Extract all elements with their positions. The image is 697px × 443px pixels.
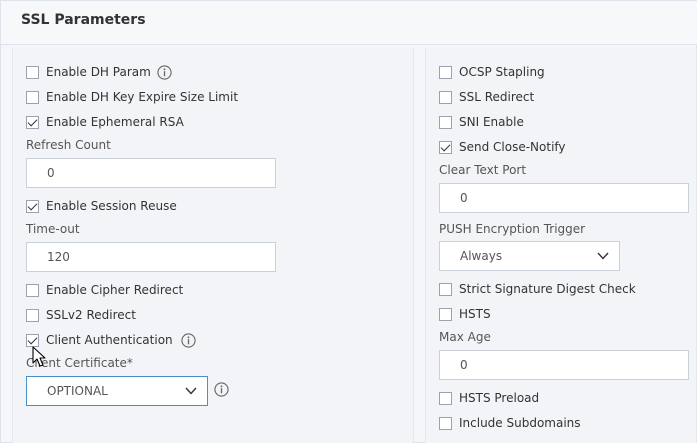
client-authentication-label: Client Authentication (46, 333, 173, 347)
hsts-checkbox[interactable] (439, 307, 452, 321)
push-encryption-trigger-label: PUSH Encryption Trigger (439, 222, 586, 236)
hsts-row[interactable]: HSTS (439, 304, 491, 324)
panel-title: SSL Parameters (21, 12, 146, 28)
client-certificate-select[interactable]: OPTIONAL (26, 376, 208, 406)
enable-dh-key-expire-checkbox[interactable] (26, 90, 39, 104)
sslv2-redirect-label: SSLv2 Redirect (46, 308, 136, 322)
refresh-count-label: Refresh Count (26, 138, 111, 152)
clear-text-port-label: Clear Text Port (439, 163, 527, 177)
sni-enable-label: SNI Enable (459, 115, 524, 129)
refresh-count-input[interactable]: 0 (26, 158, 276, 188)
max-age-label: Max Age (439, 330, 491, 344)
ssl-redirect-checkbox[interactable] (439, 90, 452, 104)
include-subdomains-checkbox[interactable] (439, 416, 452, 430)
info-icon[interactable] (157, 64, 172, 80)
sni-enable-row[interactable]: SNI Enable (439, 112, 524, 132)
mouse-pointer-icon (32, 346, 46, 367)
panel-header: SSL Parameters (1, 1, 697, 45)
send-close-notify-checkbox[interactable] (439, 140, 452, 154)
include-subdomains-label: Include Subdomains (459, 416, 581, 430)
include-subdomains-row[interactable]: Include Subdomains (439, 413, 581, 433)
ocsp-stapling-label: OCSP Stapling (459, 65, 545, 79)
client-certificate-value: OPTIONAL (47, 384, 108, 398)
hsts-preload-label: HSTS Preload (459, 391, 540, 405)
ocsp-stapling-row[interactable]: OCSP Stapling (439, 62, 545, 82)
strict-signature-digest-check-checkbox[interactable] (439, 282, 452, 296)
enable-session-reuse-label: Enable Session Reuse (46, 199, 177, 213)
clear-text-port-input[interactable]: 0 (439, 183, 689, 213)
strict-signature-digest-check-label: Strict Signature Digest Check (459, 282, 636, 296)
hsts-label: HSTS (459, 307, 491, 321)
enable-dh-key-expire-row[interactable]: Enable DH Key Expire Size Limit (26, 87, 238, 107)
push-encryption-trigger-select[interactable]: Always (439, 241, 620, 271)
push-encryption-trigger-value: Always (460, 249, 503, 263)
enable-ephemeral-rsa-label: Enable Ephemeral RSA (46, 115, 184, 129)
enable-cipher-redirect-row[interactable]: Enable Cipher Redirect (26, 280, 183, 300)
info-icon[interactable] (181, 332, 196, 348)
enable-cipher-redirect-checkbox[interactable] (26, 283, 39, 297)
client-authentication-row[interactable]: Client Authentication (26, 330, 196, 350)
enable-dh-param-checkbox[interactable] (26, 65, 39, 79)
hsts-preload-checkbox[interactable] (439, 391, 452, 405)
enable-ephemeral-rsa-checkbox[interactable] (26, 115, 39, 129)
max-age-input[interactable]: 0 (439, 350, 689, 380)
send-close-notify-label: Send Close-Notify (459, 140, 566, 154)
sslv2-redirect-checkbox[interactable] (26, 308, 39, 322)
sni-enable-checkbox[interactable] (439, 115, 452, 129)
enable-ephemeral-rsa-row[interactable]: Enable Ephemeral RSA (26, 112, 184, 132)
client-authentication-checkbox[interactable] (26, 333, 39, 347)
ocsp-stapling-checkbox[interactable] (439, 65, 452, 79)
enable-dh-param-label: Enable DH Param (46, 65, 151, 79)
chevron-down-icon (185, 387, 197, 395)
enable-dh-param-row[interactable]: Enable DH Param (26, 62, 172, 82)
strict-signature-digest-check-row[interactable]: Strict Signature Digest Check (439, 279, 636, 299)
enable-dh-key-expire-label: Enable DH Key Expire Size Limit (46, 90, 239, 104)
ssl-redirect-label: SSL Redirect (459, 90, 535, 104)
enable-session-reuse-row[interactable]: Enable Session Reuse (26, 196, 177, 216)
ssl-redirect-row[interactable]: SSL Redirect (439, 87, 534, 107)
enable-cipher-redirect-label: Enable Cipher Redirect (46, 283, 184, 297)
enable-session-reuse-checkbox[interactable] (26, 199, 39, 213)
hsts-preload-row[interactable]: HSTS Preload (439, 388, 539, 408)
send-close-notify-row[interactable]: Send Close-Notify (439, 137, 566, 157)
chevron-down-icon (597, 252, 609, 260)
info-icon[interactable] (214, 382, 229, 397)
timeout-input[interactable]: 120 (26, 242, 276, 272)
timeout-label: Time-out (26, 222, 80, 236)
sslv2-redirect-row[interactable]: SSLv2 Redirect (26, 305, 136, 325)
